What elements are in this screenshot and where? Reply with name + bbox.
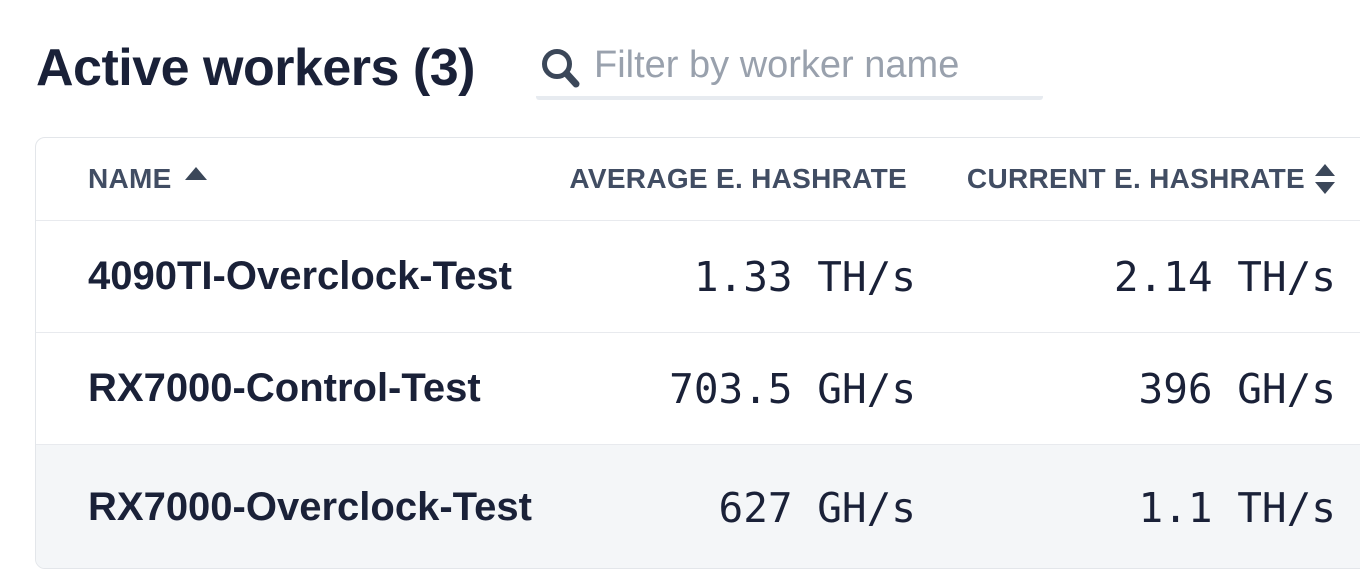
worker-filter-input[interactable] xyxy=(594,44,1043,93)
table-row[interactable]: RX7000-Overclock-Test 627 GH/s 1.1 TH/s xyxy=(36,444,1360,569)
column-header-average-hashrate-label: AVERAGE E. HASHRATE xyxy=(569,163,907,195)
average-hashrate-value: 703.5 GH/s xyxy=(621,365,916,413)
average-hashrate-value: 1.33 TH/s xyxy=(621,253,916,301)
table-row[interactable]: 4090TI-Overclock-Test 1.33 TH/s 2.14 TH/… xyxy=(36,220,1360,332)
current-hashrate-value: 396 GH/s xyxy=(916,365,1336,413)
page-title: Active workers (3) xyxy=(36,42,475,94)
active-workers-table: NAME AVERAGE E. HASHRATE CURRENT E. HASH… xyxy=(35,137,1360,569)
table-header-row: NAME AVERAGE E. HASHRATE CURRENT E. HASH… xyxy=(36,138,1360,220)
column-header-name[interactable]: NAME xyxy=(36,163,621,195)
column-header-average-hashrate[interactable]: AVERAGE E. HASHRATE xyxy=(621,163,916,195)
worker-name: 4090TI-Overclock-Test xyxy=(36,254,621,299)
current-hashrate-value: 2.14 TH/s xyxy=(916,253,1336,301)
column-header-current-hashrate-label: CURRENT E. HASHRATE xyxy=(967,163,1305,195)
worker-name: RX7000-Control-Test xyxy=(36,366,621,411)
worker-name: RX7000-Overclock-Test xyxy=(36,485,621,530)
column-header-current-hashrate[interactable]: CURRENT E. HASHRATE xyxy=(916,163,1336,195)
average-hashrate-value: 627 GH/s xyxy=(621,484,916,532)
current-hashrate-value: 1.1 TH/s xyxy=(916,484,1336,532)
search-icon xyxy=(536,44,584,92)
sort-ascending-icon xyxy=(184,166,208,181)
sort-both-icon xyxy=(1314,164,1336,194)
table-row[interactable]: RX7000-Control-Test 703.5 GH/s 396 GH/s xyxy=(36,332,1360,444)
column-header-name-label: NAME xyxy=(88,163,172,195)
worker-filter xyxy=(536,40,1043,100)
active-workers-panel: Active workers (3) NAME AVERAGE E. HASHR… xyxy=(0,0,1360,583)
